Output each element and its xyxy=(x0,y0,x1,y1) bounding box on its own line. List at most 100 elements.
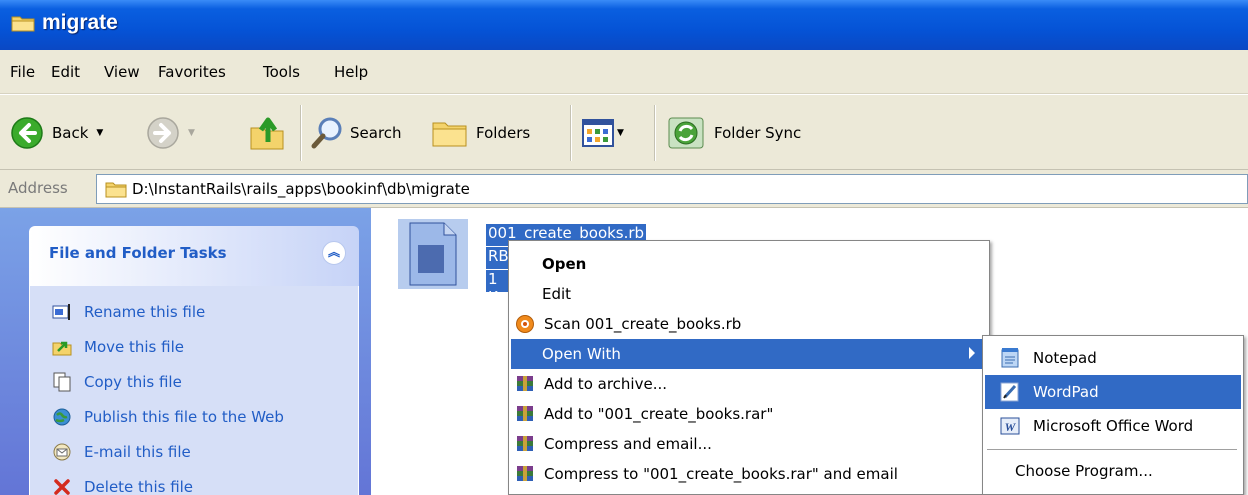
toolbar: Back ▼ ▼ Search Folders ▼ Folder Sync xyxy=(0,94,1248,170)
menu-item-open[interactable]: Open xyxy=(511,249,987,279)
word-icon: W xyxy=(1000,417,1020,435)
menu-item-label: Edit xyxy=(542,285,572,303)
folders-button[interactable]: Folders xyxy=(430,95,530,171)
wordpad-icon xyxy=(1000,382,1019,402)
submenu-item-label: Notepad xyxy=(1033,349,1097,367)
file-type: RB xyxy=(486,247,510,269)
delete-icon xyxy=(54,479,70,495)
forward-arrow-icon xyxy=(147,117,179,149)
submenu-item-label: Choose Program... xyxy=(1015,462,1153,480)
menu-tools[interactable]: Tools xyxy=(263,63,300,81)
task-move[interactable]: Move this file xyxy=(52,334,184,360)
rename-icon xyxy=(52,304,70,320)
folder-sync-icon xyxy=(668,117,704,149)
task-label: E-mail this file xyxy=(84,443,191,461)
menu-item-label: Open xyxy=(542,255,587,273)
folder-icon xyxy=(105,182,127,198)
menu-bar: File Edit View Favorites Tools Help xyxy=(0,50,1248,94)
open-with-submenu: Notepad WordPad W Microsoft Office Word … xyxy=(982,335,1244,495)
menu-item-label: Open With xyxy=(542,345,621,363)
file-size: 1 K xyxy=(486,270,510,292)
menu-view[interactable]: View xyxy=(104,63,140,81)
email-icon xyxy=(53,443,71,461)
menu-item-edit[interactable]: Edit xyxy=(511,279,987,309)
menu-item-label: Add to "001_create_books.rar" xyxy=(544,405,774,423)
task-label: Publish this file to the Web xyxy=(84,408,284,426)
address-bar: Address D:\InstantRails\rails_apps\booki… xyxy=(0,170,1248,208)
menu-help[interactable]: Help xyxy=(334,63,368,81)
folder-icon xyxy=(11,16,35,32)
forward-button[interactable]: ▼ xyxy=(146,95,195,171)
views-button[interactable]: ▼ xyxy=(582,95,624,171)
svg-text:W: W xyxy=(1005,420,1017,434)
task-rename[interactable]: Rename this file xyxy=(52,299,205,325)
title-bar[interactable]: migrate xyxy=(0,0,1248,50)
winrar-icon xyxy=(517,466,533,481)
menu-separator xyxy=(987,449,1237,451)
task-box-header[interactable]: File and Folder Tasks ︽ xyxy=(29,226,359,286)
address-path: D:\InstantRails\rails_apps\bookinf\db\mi… xyxy=(132,180,470,198)
menu-favorites[interactable]: Favorites xyxy=(158,63,226,81)
winrar-icon xyxy=(517,436,533,451)
submenu-item-choose-program[interactable]: Choose Program... xyxy=(985,454,1241,488)
menu-file[interactable]: File xyxy=(10,63,35,81)
winrar-icon xyxy=(517,406,533,421)
up-folder-icon xyxy=(250,117,284,150)
folders-icon xyxy=(432,122,467,147)
task-delete[interactable]: Delete this file xyxy=(52,474,193,495)
address-input[interactable]: D:\InstantRails\rails_apps\bookinf\db\mi… xyxy=(96,174,1248,204)
menu-item-scan[interactable]: Scan 001_create_books.rb xyxy=(511,309,987,339)
menu-item-open-with[interactable]: Open With xyxy=(511,339,987,369)
submenu-item-notepad[interactable]: Notepad xyxy=(985,341,1241,375)
back-label: Back xyxy=(52,124,89,142)
task-label: Move this file xyxy=(84,338,184,356)
submenu-item-label: WordPad xyxy=(1033,383,1099,401)
context-menu: Open Edit Scan 001_create_books.rb Open … xyxy=(508,240,990,495)
views-dropdown-icon[interactable]: ▼ xyxy=(617,128,624,138)
address-label: Address xyxy=(8,179,68,197)
menu-item-label: Add to archive... xyxy=(544,375,667,393)
move-icon xyxy=(52,341,72,356)
folder-sync-label: Folder Sync xyxy=(714,124,802,142)
search-icon xyxy=(311,117,342,149)
publish-icon xyxy=(53,408,71,426)
menu-edit[interactable]: Edit xyxy=(51,63,80,81)
task-email[interactable]: E-mail this file xyxy=(52,439,191,465)
winrar-icon xyxy=(517,376,533,391)
task-label: Delete this file xyxy=(84,478,194,495)
task-label: Copy this file xyxy=(84,373,182,391)
folder-sync-button[interactable]: Folder Sync xyxy=(666,95,801,171)
search-label: Search xyxy=(350,124,402,142)
task-pane: File and Folder Tasks ︽ Rename this file… xyxy=(0,208,371,495)
submenu-item-wordpad[interactable]: WordPad xyxy=(985,375,1241,409)
task-box-body: Rename this file Move this file Copy thi… xyxy=(29,286,359,495)
task-publish[interactable]: Publish this file to the Web xyxy=(52,404,284,430)
collapse-chevron-icon[interactable]: ︽ xyxy=(322,241,346,265)
menu-item-label: Compress to "001_create_books.rar" and e… xyxy=(544,465,898,483)
menu-item-label: Compress and email... xyxy=(544,435,712,453)
up-folder-button[interactable] xyxy=(248,95,286,171)
folders-label: Folders xyxy=(476,124,531,142)
search-button[interactable]: Search xyxy=(310,95,402,171)
task-label: Rename this file xyxy=(84,303,206,321)
window-title: migrate xyxy=(42,11,118,34)
menu-item-add-rar[interactable]: Add to "001_create_books.rar" xyxy=(511,399,987,429)
back-button[interactable]: Back ▼ xyxy=(10,95,103,171)
views-icon xyxy=(582,119,614,147)
menu-item-label: Scan 001_create_books.rb xyxy=(544,315,742,333)
submenu-item-label: Microsoft Office Word xyxy=(1033,417,1194,435)
back-dropdown-icon[interactable]: ▼ xyxy=(96,128,103,138)
task-box-title: File and Folder Tasks xyxy=(49,244,227,262)
menu-item-compress-rar-email[interactable]: Compress to "001_create_books.rar" and e… xyxy=(511,459,987,489)
menu-item-add-archive[interactable]: Add to archive... xyxy=(511,369,987,399)
menu-item-compress-email[interactable]: Compress and email... xyxy=(511,429,987,459)
copy-icon xyxy=(53,372,71,392)
task-copy[interactable]: Copy this file xyxy=(52,369,182,395)
submenu-item-word[interactable]: W Microsoft Office Word xyxy=(985,409,1241,443)
antivirus-icon xyxy=(516,315,534,333)
back-arrow-icon xyxy=(11,117,43,149)
notepad-icon xyxy=(1001,348,1019,368)
submenu-arrow-icon xyxy=(969,347,975,359)
forward-dropdown-icon[interactable]: ▼ xyxy=(188,128,195,138)
file-icon[interactable] xyxy=(398,219,468,289)
